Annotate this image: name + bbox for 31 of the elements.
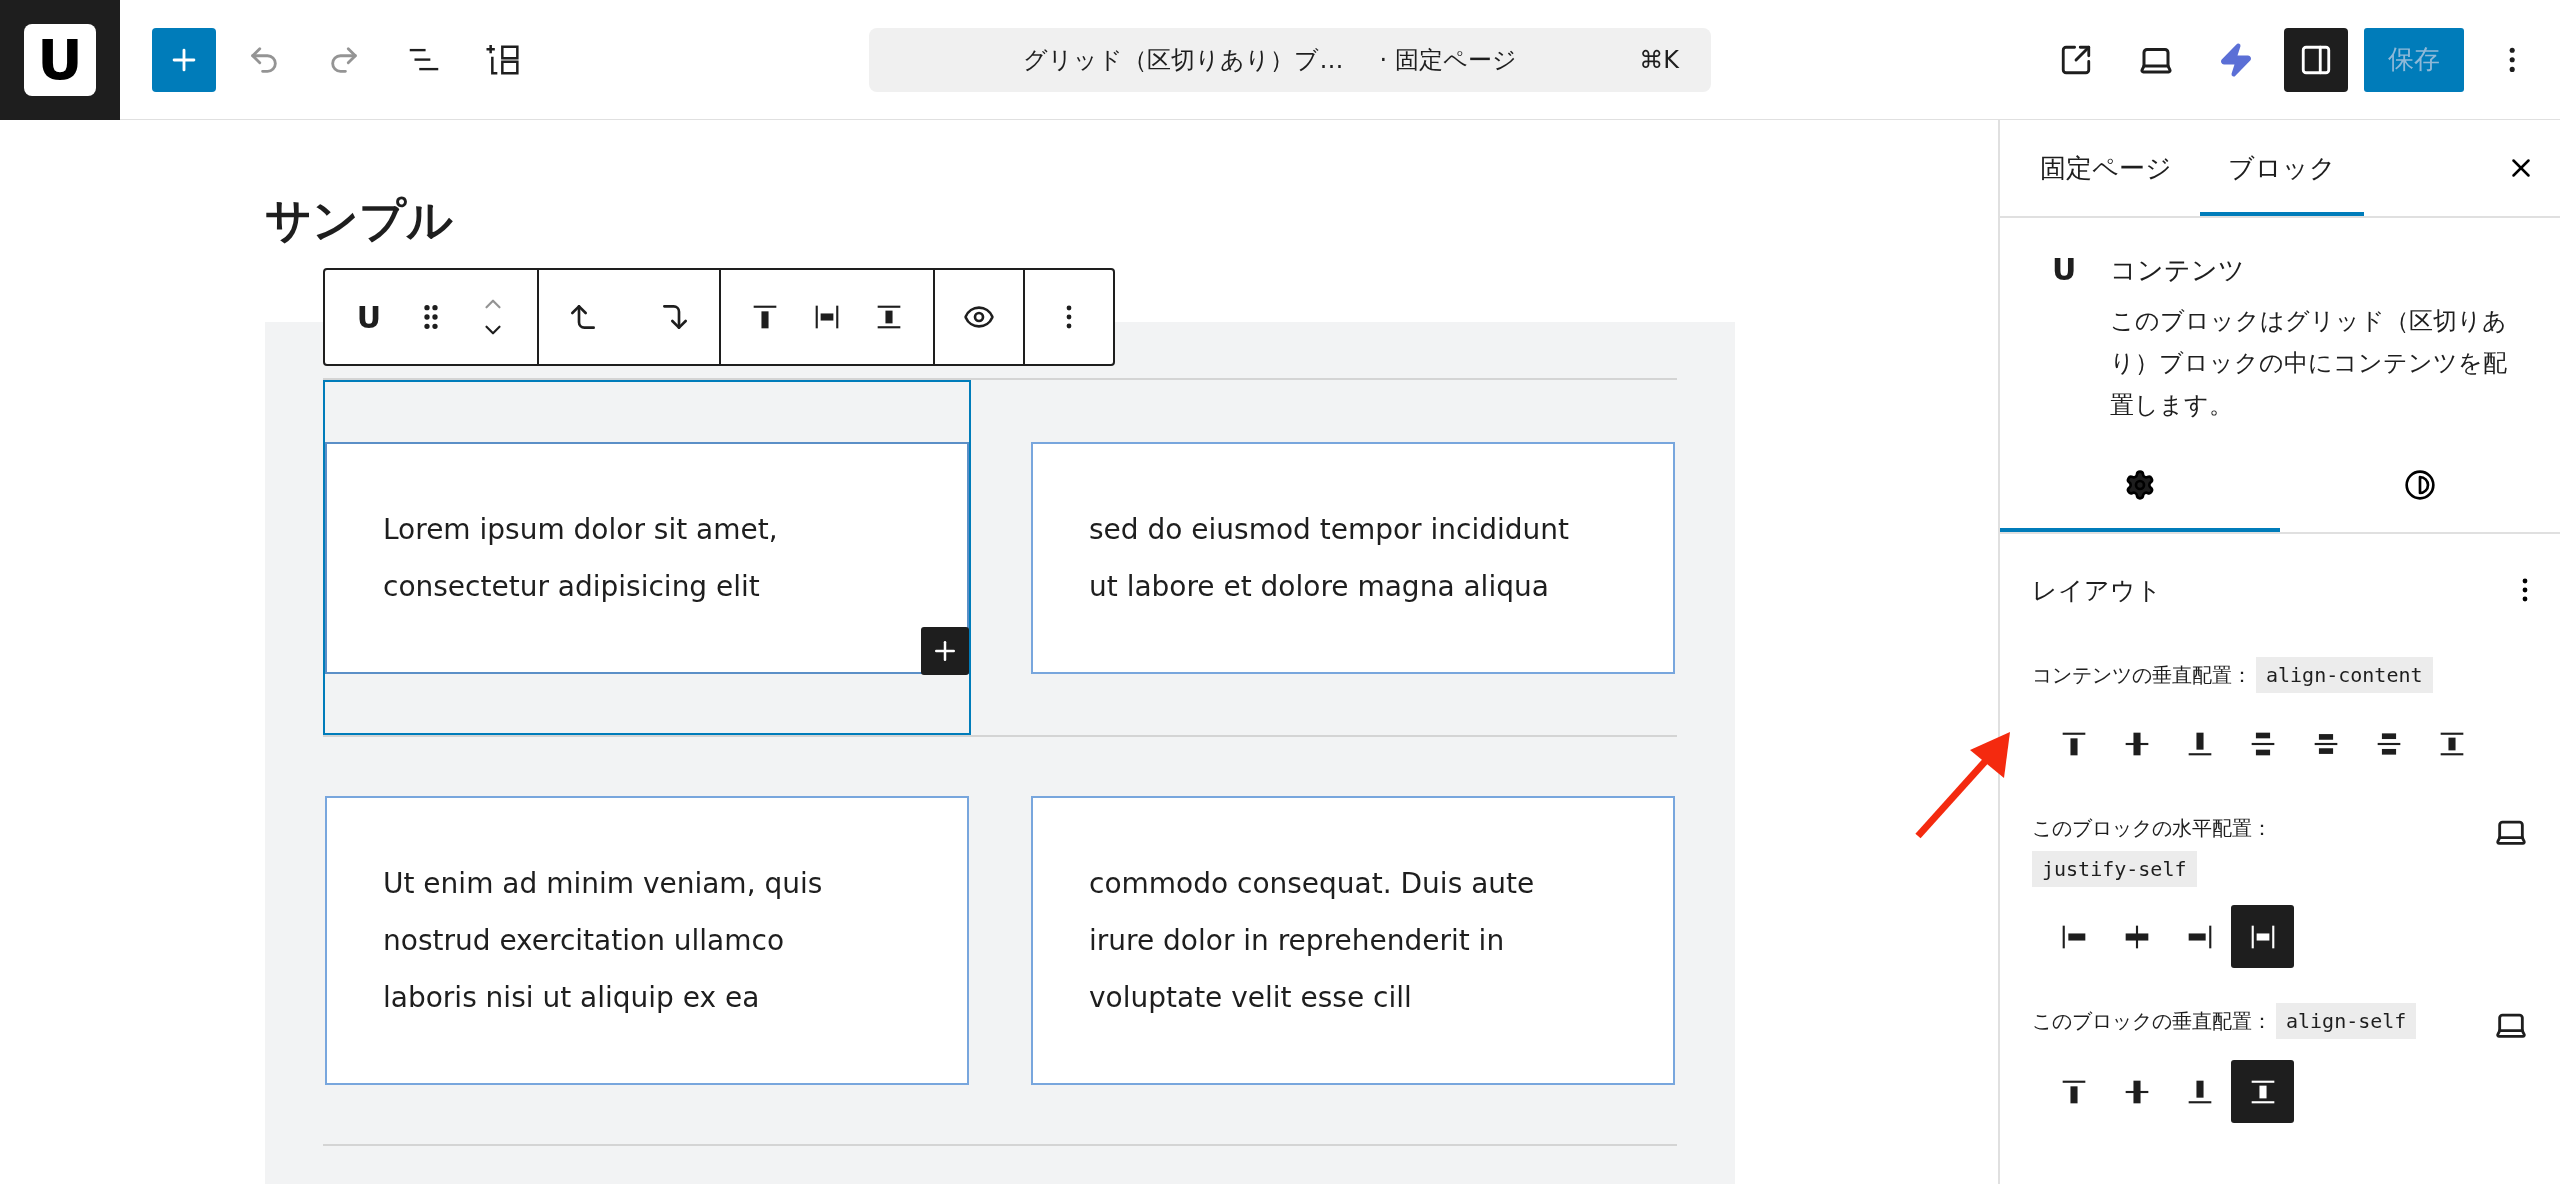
css-property-label: align-content [2256,657,2433,693]
control-label: コンテンツの垂直配置： [2032,662,2252,689]
block-description: このブロックはグリッド（区切りあり）ブロックの中にコンテンツを配置します。 [2110,306,2509,421]
command-palette[interactable]: グリッド（区切りあり）ブ… · 固定ページ ⌘K [869,27,1711,92]
site-logo[interactable]: U [0,0,120,120]
control-label: このブロックの水平配置： [2032,815,2272,842]
panel-title: レイアウト [2032,574,2162,607]
add-block-button[interactable] [921,627,969,675]
settings-icon [2124,469,2156,501]
block-icon: U [2052,248,2077,426]
grid-cell-text: Lorem ipsum dolor sit amet, consectetur adipisicing elit [325,441,969,674]
lightning-icon [2218,41,2254,78]
settings-toggle-button[interactable] [2284,27,2348,92]
grid-cell-text: Ut enim ad minim veniam, quis nostrud exercitation ullamco laboris nisi ut aliquip ex ea [325,796,969,1085]
more-icon [2522,578,2528,602]
grid-cell-text: sed do eiusmod tempor incididunt ut labore et dolore magna aliqua [1031,441,1675,674]
block-type-button[interactable]: U [343,285,395,349]
css-property-label: justify-self [2032,851,2197,887]
more-icon [2508,46,2516,73]
sidebar-tab[interactable]: 固定ページ [2012,120,2200,216]
contrast-icon [2404,469,2436,501]
panel-options-button[interactable] [2522,578,2528,602]
page-title: サンプル [265,192,453,248]
alignment-option[interactable] [2231,905,2294,968]
sidebar-tab[interactable]: ブロック [2200,120,2364,216]
more-icon [1066,305,1072,329]
control-label: このブロックの垂直配置： [2032,1008,2272,1035]
block-title: コンテンツ [2110,254,2247,287]
alignment-option[interactable] [2231,1060,2294,1123]
css-property-label: align-self [2276,1003,2417,1039]
grid-cell-text: commodo consequat. Duis aute irure dolor in reprehenderit in voluptate velit esse cill [1031,796,1675,1085]
